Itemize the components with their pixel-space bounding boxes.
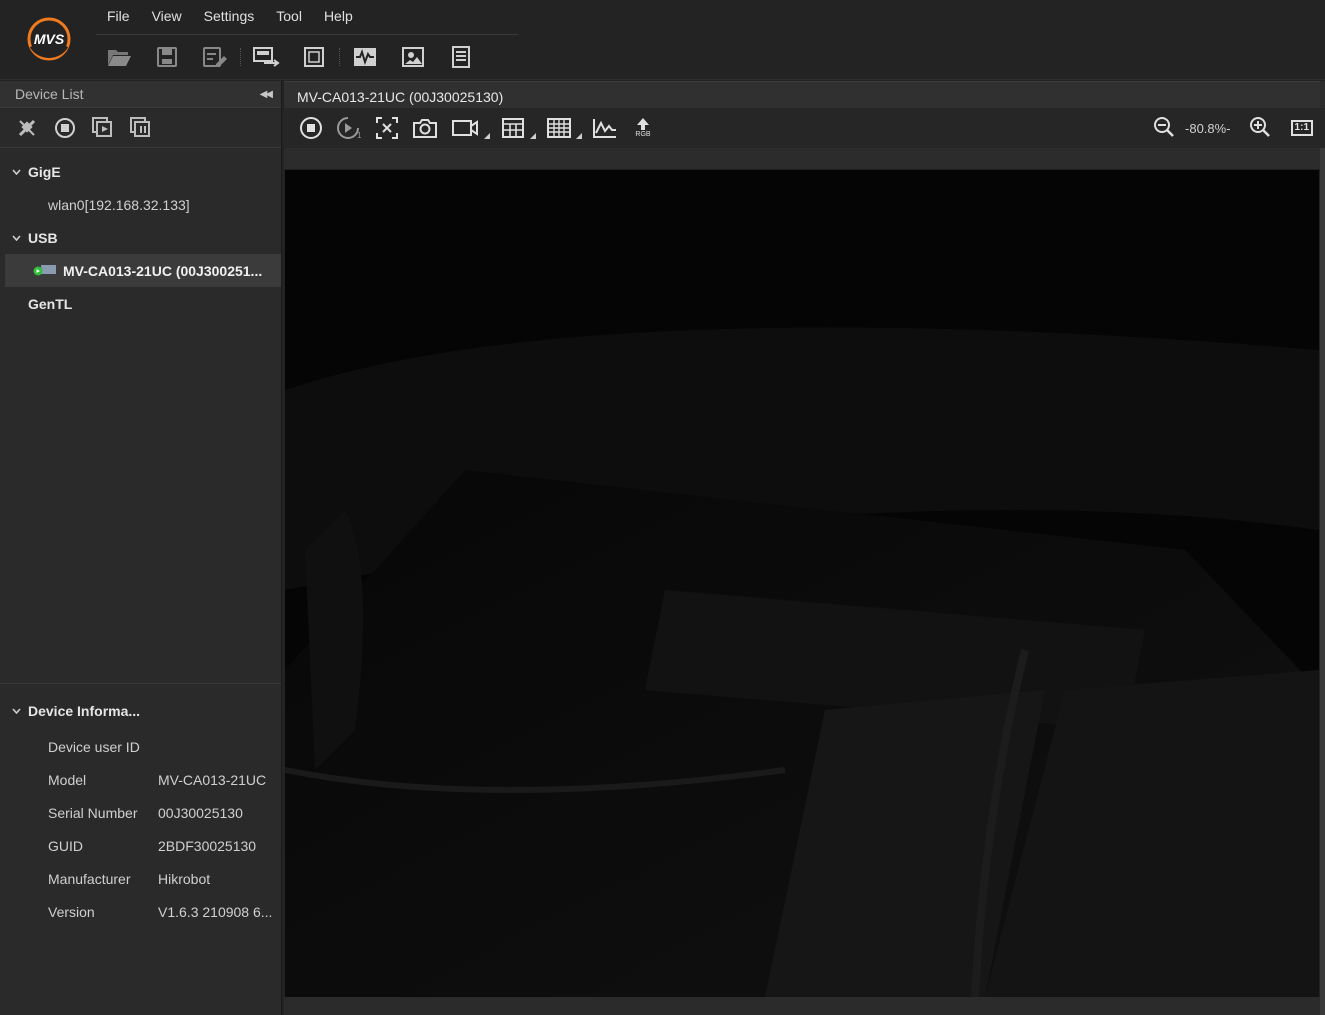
info-value: MV-CA013-21UC (158, 771, 267, 788)
info-row-serial: Serial Number 00J30025130 (0, 796, 281, 829)
tree-item-camera[interactable]: MV-CA013-21UC (00J300251... (5, 254, 281, 287)
multi-play-icon[interactable] (90, 115, 116, 141)
svg-text:1: 1 (357, 131, 362, 140)
display-layout-icon[interactable] (247, 42, 285, 72)
info-value: 00J30025130 (158, 804, 243, 821)
info-value: Hikrobot (158, 870, 211, 887)
tree-group-gentl[interactable]: GenTL (0, 287, 281, 320)
save-as-icon[interactable] (196, 42, 234, 72)
info-row-manufacturer: Manufacturer Hikrobot (0, 862, 281, 895)
save-icon[interactable] (148, 42, 186, 72)
collapse-panel-icon[interactable]: ◀◀ (260, 89, 273, 100)
menu-tool[interactable]: Tool (265, 0, 313, 34)
info-key: Manufacturer (48, 870, 131, 887)
open-folder-icon[interactable] (100, 42, 138, 72)
info-key: Serial Number (48, 804, 138, 821)
menu-bar: File View Settings Tool Help (96, 0, 364, 34)
tab-camera-view[interactable]: MV-CA013-21UC (00J30025130) (284, 81, 1320, 108)
stop-grab-icon[interactable] (296, 113, 326, 143)
play-trigger-icon[interactable]: 1 (334, 113, 364, 143)
device-tree: GigE wlan0[192.168.32.133] USB MV-CA013-… (0, 148, 281, 320)
log-list-icon[interactable] (442, 42, 480, 72)
app-logo: MVS (26, 16, 72, 62)
info-value: V1.6.3 210908 6... (158, 903, 273, 920)
left-panel: Device List ◀◀ GigE wlan0[192.168.32.133… (0, 81, 282, 1015)
fullscreen-icon[interactable] (295, 42, 333, 72)
dropdown-caret-icon[interactable] (484, 133, 490, 139)
record-video-icon[interactable] (448, 113, 490, 143)
info-key: GUID (48, 837, 83, 854)
info-key: Device user ID (48, 738, 140, 755)
rgb-upload-icon[interactable]: RGB (628, 113, 658, 143)
actual-size-button[interactable]: 1:1 (1290, 120, 1313, 136)
tree-item-wlan0[interactable]: wlan0[192.168.32.133] (0, 188, 281, 221)
snapshot-camera-icon[interactable] (410, 113, 440, 143)
viewer-toolbar: 1 RGB -80.8%- 1:1 (284, 108, 1325, 148)
menu-settings[interactable]: Settings (193, 0, 266, 34)
info-row-model: Model MV-CA013-21UC (0, 763, 281, 796)
device-info-header[interactable]: Device Informa... (0, 684, 281, 730)
chevron-down-icon[interactable] (10, 234, 22, 241)
device-list-toolbar (0, 108, 281, 148)
viewer-panel: MV-CA013-21UC (00J30025130) 1 RGB -80.8%… (284, 81, 1325, 1015)
crop-reset-icon[interactable] (372, 113, 402, 143)
top-bar: MVS File View Settings Tool Help (0, 0, 1325, 80)
histogram-chart-icon[interactable] (590, 113, 620, 143)
device-list-title: Device List (15, 86, 84, 102)
image-properties-icon[interactable] (394, 42, 432, 72)
viewer-strip (284, 148, 1325, 170)
main-toolbar (100, 42, 490, 72)
camera-image-view[interactable] (285, 170, 1319, 997)
info-row-user-id: Device user ID (0, 730, 281, 763)
info-row-guid: GUID 2BDF30025130 (0, 829, 281, 862)
info-key: Version (48, 903, 95, 920)
rgb-label: RGB (635, 131, 651, 138)
svg-text:MVS: MVS (34, 31, 65, 47)
tree-device-label: MV-CA013-21UC (00J300251... (63, 262, 263, 279)
stop-circle-icon[interactable] (52, 115, 78, 141)
menu-file[interactable]: File (96, 0, 141, 34)
zoom-level: -80.8%- (1185, 120, 1231, 136)
device-list-header: Device List ◀◀ (0, 81, 281, 108)
toolbar-separator (339, 48, 340, 66)
tree-group-gige[interactable]: GigE (0, 155, 281, 188)
dropdown-caret-icon[interactable] (530, 133, 536, 139)
grid-4x4-icon[interactable] (544, 113, 582, 143)
toolbar-separator (240, 48, 241, 66)
info-value: 2BDF30025130 (158, 837, 257, 854)
info-row-version: Version V1.6.3 210908 6... (0, 895, 281, 928)
info-key: Model (48, 771, 87, 788)
menu-help[interactable]: Help (313, 0, 364, 34)
dropdown-caret-icon[interactable] (576, 133, 582, 139)
viewer-status-strip (284, 997, 1325, 1015)
scrollbar-track[interactable] (1320, 148, 1325, 1015)
tree-group-label: GigE (28, 163, 61, 180)
camera-device-icon (33, 262, 57, 279)
device-info-section: Device Informa... Device user ID Model M… (0, 683, 281, 928)
grid-3x3-icon[interactable] (498, 113, 536, 143)
toolbar-divider (96, 34, 518, 35)
camera-frame-image (285, 170, 1319, 997)
waveform-icon[interactable] (346, 42, 384, 72)
zoom-controls: -80.8%- 1:1 (1153, 113, 1313, 143)
chevron-down-icon[interactable] (10, 168, 22, 175)
multi-pause-icon[interactable] (128, 115, 154, 141)
device-info-title: Device Informa... (28, 703, 141, 719)
menu-view[interactable]: View (141, 0, 193, 34)
zoom-out-icon[interactable] (1153, 116, 1175, 141)
chevron-down-icon[interactable] (10, 708, 22, 714)
tree-group-usb[interactable]: USB (0, 221, 281, 254)
zoom-in-icon[interactable] (1249, 116, 1271, 141)
viewer-tab-bar: MV-CA013-21UC (00J30025130) (284, 81, 1325, 108)
disconnect-icon[interactable] (14, 115, 40, 141)
tree-group-label: USB (28, 229, 58, 246)
